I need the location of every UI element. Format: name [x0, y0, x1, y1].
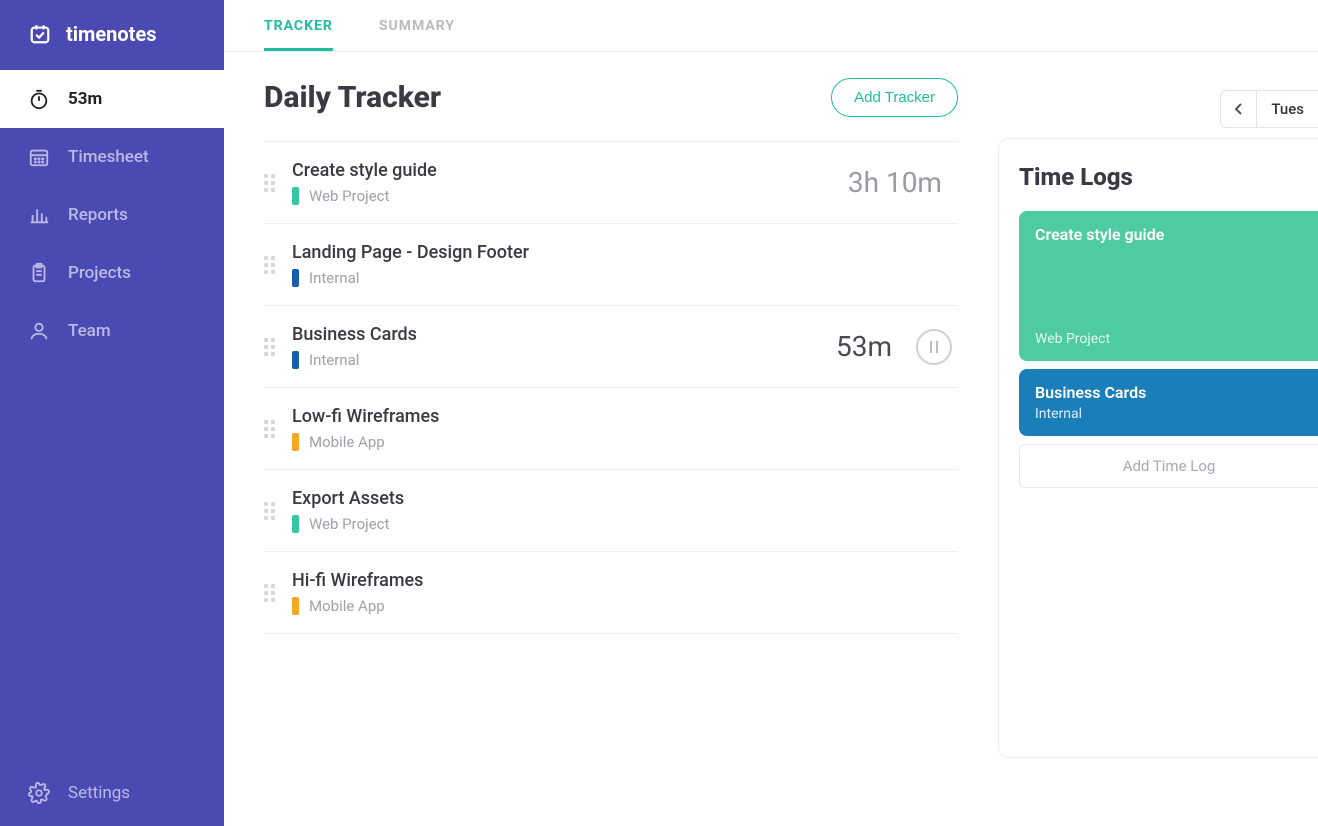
user-icon: [28, 320, 50, 342]
tracker-info: Export Assets Web Project: [292, 488, 952, 533]
project-color-swatch: [292, 351, 299, 369]
log-title: Create style guide: [1035, 225, 1302, 244]
drag-handle-icon[interactable]: [264, 338, 278, 356]
drag-handle-icon[interactable]: [264, 420, 278, 438]
tracker-title: Hi-fi Wireframes: [292, 570, 952, 591]
sidebar-item-label: Reports: [68, 205, 128, 225]
main: TRACKER SUMMARY Daily Tracker Add Tracke…: [224, 0, 1318, 826]
header-row: Daily Tracker Add Tracker: [264, 78, 958, 117]
tracker-project: Web Project: [292, 187, 834, 205]
tracker-title: Create style guide: [292, 160, 834, 181]
project-color-swatch: [292, 433, 299, 451]
calendar-grid-icon: [28, 146, 50, 168]
left-panel: Daily Tracker Add Tracker Create style g…: [264, 78, 958, 826]
tracker-row[interactable]: Hi-fi Wireframes Mobile App: [264, 552, 958, 634]
log-title: Business Cards: [1035, 383, 1302, 402]
tracker-title: Low-fi Wireframes: [292, 406, 952, 427]
project-color-swatch: [292, 269, 299, 287]
time-logs-heading: Time Logs: [1019, 163, 1318, 191]
tracker-info: Hi-fi Wireframes Mobile App: [292, 570, 952, 615]
sidebar-item-timer[interactable]: 53m: [0, 70, 224, 128]
log-cards: Create style guide Web Project Business …: [1019, 211, 1318, 436]
tracker-title: Landing Page - Design Footer: [292, 242, 952, 263]
time-log-card[interactable]: Business Cards Internal: [1019, 369, 1318, 436]
project-color-swatch: [292, 515, 299, 533]
tracker-time: 53m: [836, 330, 892, 363]
drag-handle-icon[interactable]: [264, 584, 278, 602]
project-name: Mobile App: [309, 597, 385, 615]
drag-handle-icon[interactable]: [264, 502, 278, 520]
page-title: Daily Tracker: [264, 80, 441, 115]
nav: 53m Timesheet: [0, 70, 224, 826]
sidebar-item-projects[interactable]: Projects: [0, 244, 224, 302]
tracker-list: Create style guide Web Project 3h 10m La…: [264, 141, 958, 634]
time-logs-panel: Time Logs Create style guide Web Project…: [998, 138, 1318, 758]
bar-chart-icon: [28, 204, 50, 226]
tabs: TRACKER SUMMARY: [224, 0, 1318, 52]
project-name: Internal: [309, 351, 359, 369]
sidebar-item-label: Timesheet: [68, 147, 149, 167]
tracker-info: Create style guide Web Project: [292, 160, 834, 205]
drag-handle-icon[interactable]: [264, 256, 278, 274]
tracker-project: Internal: [292, 351, 822, 369]
sidebar-item-reports[interactable]: Reports: [0, 186, 224, 244]
tracker-info: Business Cards Internal: [292, 324, 822, 369]
clipboard-icon: [28, 262, 50, 284]
content: Daily Tracker Add Tracker Create style g…: [224, 52, 1318, 826]
tracker-row[interactable]: Landing Page - Design Footer Internal: [264, 224, 958, 306]
sidebar-settings-label: Settings: [68, 783, 130, 803]
tracker-info: Low-fi Wireframes Mobile App: [292, 406, 952, 451]
date-prev-button[interactable]: [1221, 91, 1257, 127]
brand: timenotes: [0, 0, 224, 64]
add-time-log-button[interactable]: Add Time Log: [1019, 444, 1318, 488]
tracker-project: Web Project: [292, 515, 952, 533]
tracker-time: 3h 10m: [848, 166, 942, 199]
date-label: Tues: [1257, 100, 1318, 118]
tracker-title: Business Cards: [292, 324, 822, 345]
sidebar: timenotes 53m: [0, 0, 224, 826]
project-color-swatch: [292, 597, 299, 615]
tracker-project: Mobile App: [292, 433, 952, 451]
brand-text: timenotes: [66, 22, 157, 46]
tracker-title: Export Assets: [292, 488, 952, 509]
gear-icon: [28, 782, 50, 804]
log-sub: Internal: [1035, 406, 1302, 422]
project-name: Web Project: [309, 187, 389, 205]
tracker-row[interactable]: Create style guide Web Project 3h 10m: [264, 142, 958, 224]
project-color-swatch: [292, 187, 299, 205]
project-name: Web Project: [309, 515, 389, 533]
tracker-row[interactable]: Export Assets Web Project: [264, 470, 958, 552]
sidebar-item-team[interactable]: Team: [0, 302, 224, 360]
sidebar-item-label: Projects: [68, 263, 131, 283]
drag-handle-icon[interactable]: [264, 174, 278, 192]
sidebar-item-label: Team: [68, 321, 111, 341]
project-name: Mobile App: [309, 433, 385, 451]
add-tracker-button[interactable]: Add Tracker: [831, 78, 958, 117]
tab-summary[interactable]: SUMMARY: [379, 18, 455, 51]
tracker-project: Mobile App: [292, 597, 952, 615]
tracker-row[interactable]: Low-fi Wireframes Mobile App: [264, 388, 958, 470]
time-log-card[interactable]: Create style guide Web Project: [1019, 211, 1318, 361]
stopwatch-icon: [28, 88, 50, 110]
tracker-row[interactable]: Business Cards Internal 53m: [264, 306, 958, 388]
logo-icon: [28, 22, 52, 46]
project-name: Internal: [309, 269, 359, 287]
tracker-project: Internal: [292, 269, 952, 287]
sidebar-timer-label: 53m: [68, 89, 102, 109]
tracker-info: Landing Page - Design Footer Internal: [292, 242, 952, 287]
sidebar-item-timesheet[interactable]: Timesheet: [0, 128, 224, 186]
header-actions: Add Tracker: [831, 78, 958, 117]
date-nav: Tues: [1220, 90, 1318, 128]
sidebar-item-settings[interactable]: Settings: [0, 764, 224, 826]
log-sub: Web Project: [1035, 331, 1302, 347]
tab-tracker[interactable]: TRACKER: [264, 18, 333, 51]
pause-button[interactable]: [916, 329, 952, 365]
